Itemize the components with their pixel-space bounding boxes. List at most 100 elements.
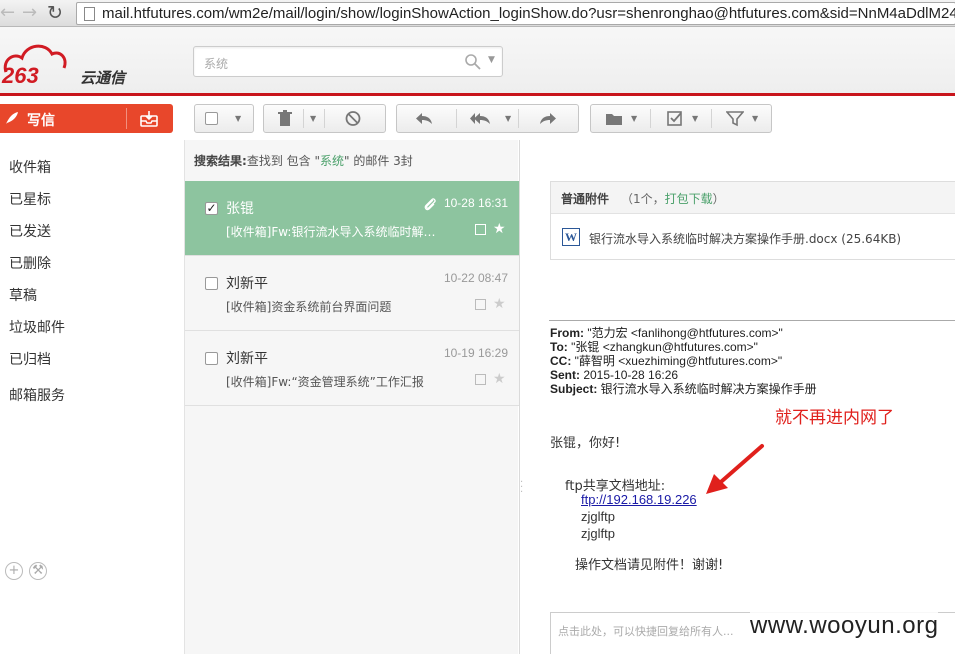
message-row-1[interactable]: ✓ 张锟 10-28 16:31 [收件箱]Fw:银行流水导入系统临时解决方案操… <box>185 181 519 256</box>
red-arrow-icon <box>706 444 764 494</box>
trash-icon[interactable] <box>276 110 294 127</box>
copy-icon[interactable] <box>475 299 486 310</box>
star-icon[interactable]: ★ <box>493 371 506 387</box>
receive-mail-icon[interactable] <box>140 110 158 127</box>
compose-divider <box>126 108 127 129</box>
address-bar[interactable]: mail.htfutures.com/wm2e/mail/login/show/… <box>76 2 955 25</box>
watermark-text: www.wooyun.org <box>750 612 939 640</box>
mark-checkbox-icon[interactable] <box>666 110 684 127</box>
feather-pen-icon <box>6 112 18 124</box>
chevron-down-icon: ▼ <box>235 114 242 123</box>
search-icon[interactable] <box>464 53 482 71</box>
message-sender: 张锟 <box>226 201 254 217</box>
attachment-clip-icon <box>424 198 436 211</box>
search-input[interactable]: 系统 ▼ <box>193 46 503 77</box>
reply-all-icon[interactable] <box>469 110 491 127</box>
compose-button[interactable]: 写信 <box>0 104 173 133</box>
attachment-panel: 普通附件 （1个，打包下载） W 银行流水导入系统临时解决方案操作手册.docx… <box>550 181 955 260</box>
compose-label: 写信 <box>27 113 55 129</box>
select-dropdown-button[interactable]: ▼ <box>194 104 254 133</box>
sidebar-tools: + ⚒ <box>5 562 53 580</box>
ftp-link[interactable]: ftp://192.168.19.226 <box>581 492 697 507</box>
add-icon[interactable]: + <box>5 562 23 580</box>
wrench-icon[interactable]: ⚒ <box>29 562 47 580</box>
cc-line: CC: "薛智明 <xuezhiming@htfutures.com>" <box>550 354 783 368</box>
message-sender: 刘新平 <box>226 276 268 292</box>
263-logo-icon: 263 云通信 <box>1 44 128 88</box>
message-subject: [收件箱]Fw:“资金管理系统”工作汇报 <box>226 375 424 389</box>
message-row-3[interactable]: 刘新平 10-19 16:29 [收件箱]Fw:“资金管理系统”工作汇报 ★ <box>185 331 519 406</box>
star-icon[interactable]: ★ <box>493 296 506 312</box>
forwarded-headers: From: "范力宏 <fanlihong@htfutures.com>" To… <box>550 326 817 396</box>
forward-arrow-icon[interactable]: → <box>22 2 37 24</box>
message-time: 10-28 16:31 <box>443 196 508 210</box>
email-closing: 操作文档请见附件！谢谢! <box>575 558 724 573</box>
to-line: To: "张锟 <zhangkun@htfutures.com>" <box>550 340 758 354</box>
attachment-header: 普通附件 （1个，打包下载） <box>551 182 955 214</box>
svg-text:云通信: 云通信 <box>80 69 128 87</box>
word-document-icon: W <box>562 228 580 246</box>
reply-toolbar-group: ▼ <box>396 104 579 133</box>
pane-resize-handle[interactable]: · · · <box>520 478 523 498</box>
message-checkbox[interactable]: ✓ <box>205 202 218 215</box>
chevron-down-icon[interactable]: ▼ <box>310 114 316 123</box>
sidebar-item-deleted[interactable]: 已删除 <box>9 253 51 273</box>
sidebar-item-sent[interactable]: 已发送 <box>9 221 51 241</box>
select-all-checkbox[interactable] <box>205 112 218 125</box>
search-text: 系统 <box>204 57 229 71</box>
star-icon[interactable]: ★ <box>493 221 506 237</box>
organize-toolbar-group: ▼ ▼ ▼ <box>590 104 772 133</box>
sidebar-item-starred[interactable]: 已星标 <box>9 189 51 209</box>
forward-header-divider <box>549 320 955 321</box>
folder-sidebar: 收件箱 已星标 已发送 已删除 草稿 垃圾邮件 已归档 邮箱服务 + ⚒ <box>0 140 183 654</box>
annotation-note: 就不再进内网了 <box>775 408 894 428</box>
message-sender: 刘新平 <box>226 351 268 367</box>
page-icon <box>84 7 95 21</box>
header-accent-line <box>0 93 955 96</box>
message-time: 10-19 16:29 <box>443 346 508 360</box>
message-subject: [收件箱]资金系统前台界面问题 <box>226 300 392 314</box>
sidebar-item-inbox[interactable]: 收件箱 <box>9 157 51 177</box>
message-list: 搜索结果:查找到 包含 "系统" 的邮件 3封 ✓ 张锟 10-28 16:31… <box>184 140 519 654</box>
chevron-down-icon: ▼ <box>752 114 759 123</box>
attachment-file-link[interactable]: 银行流水导入系统临时解决方案操作手册.docx (25.64KB) <box>589 230 901 247</box>
url-text: mail.htfutures.com/wm2e/mail/login/show/… <box>102 5 955 22</box>
delete-toolbar-group: ▼ <box>263 104 386 133</box>
attachment-count: （1个，打包下载） <box>621 192 725 206</box>
search-keyword: 系统 <box>319 154 344 168</box>
reading-pane: · · · 普通附件 （1个，打包下载） W 银行流水导入系统临时解决方案操作手册.… <box>519 140 955 654</box>
download-all-link[interactable]: 打包下载 <box>665 192 713 206</box>
chevron-down-icon: ▼ <box>692 114 699 123</box>
sidebar-item-spam[interactable]: 垃圾邮件 <box>9 317 65 337</box>
message-checkbox[interactable] <box>205 277 218 290</box>
copy-icon[interactable] <box>475 374 486 385</box>
sent-line: Sent: 2015-10-28 16:26 <box>550 368 679 382</box>
from-line: From: "范力宏 <fanlihong@htfutures.com>" <box>550 326 783 340</box>
reply-icon[interactable] <box>415 110 433 127</box>
quick-reply-placeholder: 点击此处，可以快捷回复给所有人... <box>558 625 734 638</box>
filter-icon[interactable] <box>726 110 744 127</box>
email-greeting: 张锟，你好! <box>550 436 621 451</box>
forward-icon[interactable] <box>539 110 557 127</box>
attachment-title: 普通附件 <box>561 192 610 206</box>
search-result-summary: 搜索结果:查找到 包含 "系统" 的邮件 3封 <box>194 154 413 168</box>
browser-toolbar: ← → ↻ mail.htfutures.com/wm2e/mail/login… <box>0 0 955 27</box>
ftp-username: zjglftp <box>581 509 615 524</box>
chevron-down-icon[interactable]: ▼ <box>505 114 511 123</box>
folder-move-icon[interactable] <box>605 110 623 127</box>
back-arrow-icon[interactable]: ← <box>0 2 15 24</box>
sidebar-item-drafts[interactable]: 草稿 <box>9 285 37 305</box>
subject-line: Subject: 银行流水导入系统临时解决方案操作手册 <box>550 382 817 396</box>
message-time: 10-22 08:47 <box>443 271 508 285</box>
reload-icon[interactable]: ↻ <box>47 2 63 24</box>
ftp-password: zjglftp <box>581 526 615 541</box>
copy-icon[interactable] <box>475 224 486 235</box>
message-subject: [收件箱]Fw:银行流水导入系统临时解决方案操作手册 <box>226 225 446 239</box>
search-dropdown-icon[interactable]: ▼ <box>488 55 495 65</box>
message-checkbox[interactable] <box>205 352 218 365</box>
block-icon[interactable] <box>344 110 362 127</box>
message-row-2[interactable]: 刘新平 10-22 08:47 [收件箱]资金系统前台界面问题 ★ <box>185 256 519 331</box>
sidebar-item-mail-services[interactable]: 邮箱服务 <box>9 385 65 405</box>
sidebar-item-archived[interactable]: 已归档 <box>9 349 51 369</box>
svg-text:263: 263 <box>1 63 39 88</box>
